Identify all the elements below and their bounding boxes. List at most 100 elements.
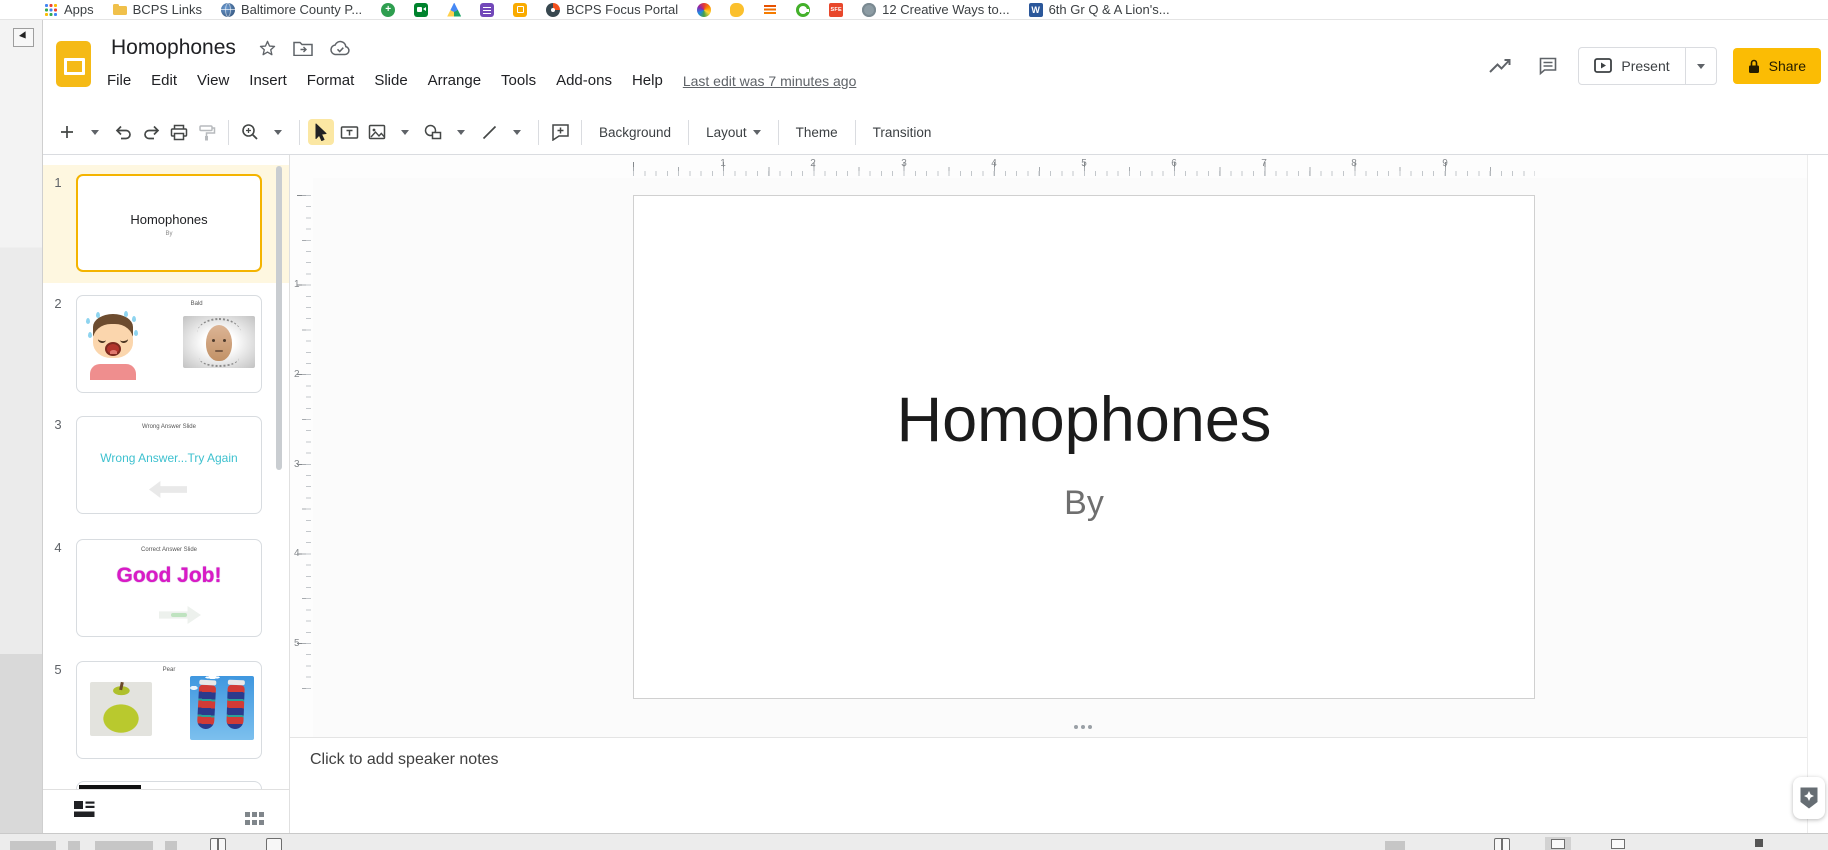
layout-button[interactable]: Layout xyxy=(696,119,771,146)
bookmark-12-creative-ways[interactable]: 12 Creative Ways to... xyxy=(862,2,1010,17)
shape-caret[interactable] xyxy=(448,119,474,145)
theme-button[interactable]: Theme xyxy=(786,119,848,146)
print-layout-button[interactable] xyxy=(1545,837,1571,850)
ruler-number: 1 xyxy=(294,279,300,290)
drive-icon xyxy=(447,2,462,17)
background-button[interactable]: Background xyxy=(589,119,681,146)
menu-slide[interactable]: Slide xyxy=(364,68,417,93)
slide-thumbnail-5[interactable]: Pear xyxy=(76,661,262,759)
proofing-icon[interactable] xyxy=(210,838,226,850)
slides-logo[interactable] xyxy=(56,41,91,87)
thumb-caption: Pear xyxy=(162,667,176,673)
read-mode-button[interactable] xyxy=(1494,838,1510,850)
insert-image-button[interactable] xyxy=(364,119,390,145)
paint-format-button[interactable] xyxy=(194,119,220,145)
bookmark-icon-only-4[interactable] xyxy=(480,2,495,17)
slide-thumbnail-6-partial[interactable] xyxy=(76,781,262,789)
insert-comment-button[interactable] xyxy=(547,119,573,145)
new-slide-button[interactable] xyxy=(54,119,80,145)
slide-thumbnail-1[interactable]: Homophones By xyxy=(76,174,262,272)
comment-history-button[interactable] xyxy=(1534,52,1562,80)
bookmark-icon-only-1[interactable] xyxy=(381,2,396,17)
boy-mouth xyxy=(105,342,121,356)
present-options-caret[interactable] xyxy=(1684,48,1716,84)
activity-dashboard-button[interactable] xyxy=(1484,54,1518,78)
word-icon: W xyxy=(1028,2,1043,17)
bookmark-sfe[interactable]: SFE xyxy=(829,2,844,17)
star-button[interactable] xyxy=(258,39,277,58)
present-button[interactable]: Present xyxy=(1579,48,1684,84)
zoom-control-stub[interactable] xyxy=(1755,839,1763,847)
menu-view[interactable]: View xyxy=(187,68,239,93)
share-button[interactable]: Share xyxy=(1732,48,1821,84)
undo-button[interactable] xyxy=(110,119,136,145)
editing-canvas: 1 2 3 4 5 6 7 8 9 1 2 3 4 5 Homophones B… xyxy=(290,155,1828,833)
thumb-caption: Bald xyxy=(190,301,203,307)
clipped-text-stub xyxy=(95,841,153,850)
good-job-text: Good Job! xyxy=(116,564,222,587)
pear-image xyxy=(90,682,152,736)
filmstrip-view-button[interactable] xyxy=(73,800,97,823)
slide-thumbnail-3[interactable]: Wrong Answer Slide Wrong Answer...Try Ag… xyxy=(76,416,262,514)
web-layout-button[interactable] xyxy=(1605,837,1631,850)
bookmark-word-doc[interactable]: W 6th Gr Q & A Lion's... xyxy=(1028,2,1170,17)
document-status-button[interactable] xyxy=(329,40,351,56)
filmstrip-scrollbar[interactable] xyxy=(276,166,282,470)
slide-thumbnail-2[interactable]: Bald xyxy=(76,295,262,393)
document-title[interactable]: Homophones xyxy=(111,36,236,60)
bookmark-label: BCPS Links xyxy=(132,2,203,17)
bookmark-label: Apps xyxy=(64,2,94,17)
clipped-text-stub xyxy=(165,841,177,850)
filmstrip-scroll-area: 1 Homophones By 2 Bald 3 Wrong Answer Sl… xyxy=(43,155,289,789)
speaker-notes-placeholder[interactable]: Click to add speaker notes xyxy=(290,738,1828,769)
bookmark-icon-only-6[interactable] xyxy=(697,2,712,17)
bookmark-baltimore-county[interactable]: Baltimore County P... xyxy=(221,2,362,17)
menu-file[interactable]: File xyxy=(97,68,141,93)
bookmark-icon-only-5[interactable] xyxy=(513,2,528,17)
insert-shape-button[interactable] xyxy=(420,119,446,145)
menu-edit[interactable]: Edit xyxy=(141,68,187,93)
menu-insert[interactable]: Insert xyxy=(239,68,297,93)
clipped-text-stub xyxy=(68,841,80,850)
print-button[interactable] xyxy=(166,119,192,145)
undo-icon xyxy=(115,125,131,139)
current-slide[interactable]: Homophones By xyxy=(633,195,1535,699)
slide-thumbnail-4[interactable]: Correct Answer Slide Good Job! xyxy=(76,539,262,637)
insert-line-button[interactable] xyxy=(476,119,502,145)
slide-subtitle-textbox[interactable]: By xyxy=(634,484,1534,523)
zoom-caret[interactable] xyxy=(265,119,291,145)
move-to-folder-button[interactable] xyxy=(293,40,313,56)
paint-roller-icon xyxy=(199,124,216,140)
bookmark-bcps-links[interactable]: BCPS Links xyxy=(112,2,203,17)
bookmark-icon-only-9[interactable] xyxy=(796,2,811,17)
bookmark-apps[interactable]: Apps xyxy=(44,2,94,17)
ruler-number: 6 xyxy=(1171,158,1177,169)
bookmark-icon-only-3[interactable] xyxy=(447,2,462,17)
bookmark-icon-only-7[interactable] xyxy=(730,2,745,17)
bookmark-icon-only-8[interactable] xyxy=(763,2,778,17)
text-box-button[interactable] xyxy=(336,119,362,145)
new-slide-caret[interactable] xyxy=(82,119,108,145)
last-edit-link[interactable]: Last edit was 7 minutes ago xyxy=(683,73,857,89)
menu-addons[interactable]: Add-ons xyxy=(546,68,622,93)
transition-button[interactable]: Transition xyxy=(863,119,942,146)
line-caret[interactable] xyxy=(504,119,530,145)
redo-button[interactable] xyxy=(138,119,164,145)
select-tool-button[interactable] xyxy=(308,119,334,145)
status-icon[interactable] xyxy=(266,838,282,850)
menu-arrange[interactable]: Arrange xyxy=(418,68,491,93)
bookmark-label: BCPS Focus Portal xyxy=(566,2,679,17)
yellow-blob-icon xyxy=(730,2,745,17)
panel-expander-button[interactable] xyxy=(13,28,34,47)
slide-title-textbox[interactable]: Homophones xyxy=(634,384,1534,456)
menu-help[interactable]: Help xyxy=(622,68,673,93)
notes-resize-handle[interactable] xyxy=(1074,725,1078,729)
menu-tools[interactable]: Tools xyxy=(491,68,546,93)
speaker-notes-panel[interactable]: Click to add speaker notes xyxy=(290,737,1828,833)
extension-flyout-button[interactable] xyxy=(1793,777,1825,819)
zoom-button[interactable] xyxy=(237,119,263,145)
menu-format[interactable]: Format xyxy=(297,68,365,93)
image-caret[interactable] xyxy=(392,119,418,145)
bookmark-icon-only-2[interactable] xyxy=(414,2,429,17)
bookmark-focus-portal[interactable]: BCPS Focus Portal xyxy=(546,2,678,17)
